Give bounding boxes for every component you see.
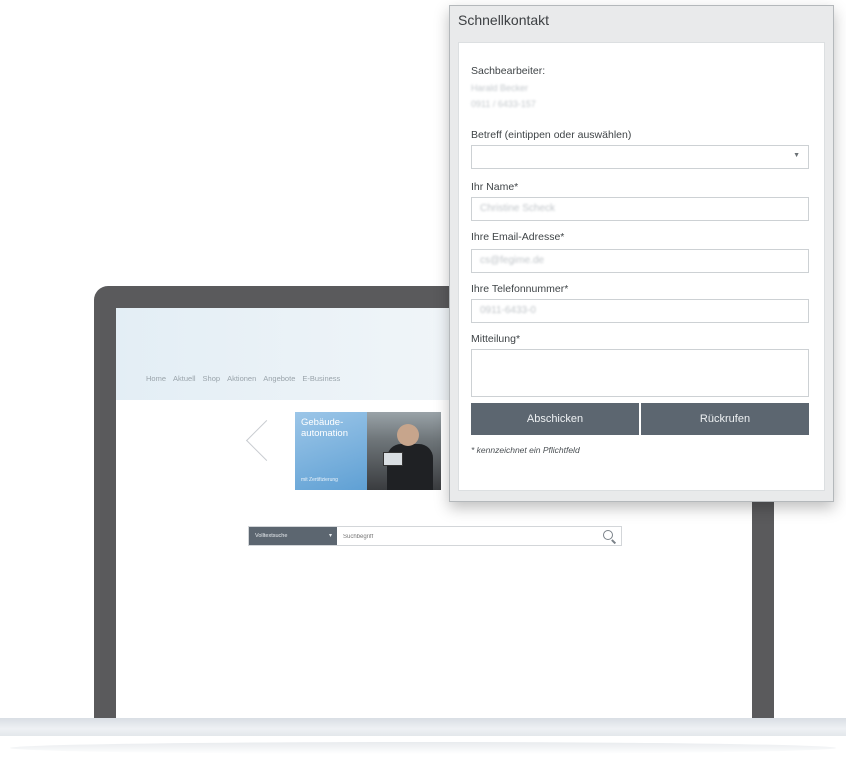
laptop-base bbox=[0, 718, 846, 736]
nav-item-aktuell[interactable]: Aktuell bbox=[173, 374, 196, 383]
callback-button[interactable]: Rückrufen bbox=[641, 403, 809, 435]
submit-button[interactable]: Abschicken bbox=[471, 403, 639, 435]
email-value: cs@fegime.de bbox=[480, 255, 545, 266]
agent-name: Harald Becker bbox=[471, 83, 529, 93]
message-label: Mitteilung* bbox=[471, 333, 521, 345]
name-value: Christine Scheck bbox=[480, 203, 556, 214]
site-search-bar: Volltextsuche ▾ bbox=[248, 526, 622, 546]
agent-phone: 0911 / 6433-157 bbox=[471, 99, 536, 109]
contact-form: Sachbearbeiter: Harald Becker 0911 / 643… bbox=[458, 42, 825, 491]
chevron-down-icon: ▾ bbox=[328, 533, 332, 539]
chevron-left-icon[interactable] bbox=[245, 419, 288, 462]
site-search-input[interactable] bbox=[341, 529, 595, 545]
search-category-label: Volltextsuche bbox=[255, 533, 288, 539]
search-category-select[interactable]: Volltextsuche ▾ bbox=[249, 527, 337, 545]
search-icon[interactable] bbox=[603, 530, 613, 540]
hero-person-head bbox=[397, 424, 419, 446]
hero-photo bbox=[367, 412, 441, 490]
hero-tile[interactable]: Gebäude-automation mit Zertifizierung bbox=[295, 412, 367, 490]
laptop-shadow bbox=[10, 742, 836, 754]
email-label: Ihre Email-Adresse* bbox=[471, 231, 565, 243]
site-nav: Home Aktuell Shop Aktionen Angebote E-Bu… bbox=[146, 374, 340, 383]
subject-select[interactable]: ▼ bbox=[471, 145, 809, 169]
email-field[interactable]: cs@fegime.de bbox=[471, 249, 809, 273]
required-hint: * kennzeichnet ein Pflichtfeld bbox=[471, 445, 580, 455]
phone-value: 0911-6433-0 bbox=[480, 305, 536, 316]
name-field[interactable]: Christine Scheck bbox=[471, 197, 809, 221]
hero-person-body bbox=[387, 444, 433, 490]
name-label: Ihr Name* bbox=[471, 181, 519, 193]
nav-item-home[interactable]: Home bbox=[146, 374, 166, 383]
quick-contact-panel: Schnellkontakt Sachbearbeiter: Harald Be… bbox=[449, 5, 834, 502]
panel-title: Schnellkontakt bbox=[458, 12, 550, 28]
message-textarea[interactable] bbox=[471, 349, 809, 397]
phone-label: Ihre Telefonnummer* bbox=[471, 283, 569, 295]
chevron-down-icon: ▼ bbox=[793, 152, 800, 159]
phone-field[interactable]: 0911-6433-0 bbox=[471, 299, 809, 323]
nav-item-angebote[interactable]: Angebote bbox=[263, 374, 295, 383]
hero-tablet bbox=[383, 452, 403, 466]
hero-tile-small-text: mit Zertifizierung bbox=[301, 477, 338, 484]
nav-item-ebusiness[interactable]: E-Business bbox=[302, 374, 340, 383]
agent-label: Sachbearbeiter: bbox=[471, 65, 546, 77]
nav-item-aktionen[interactable]: Aktionen bbox=[227, 374, 256, 383]
hero-tile-text: Gebäude-automation bbox=[301, 417, 349, 439]
subject-label: Betreff (eintippen oder auswählen) bbox=[471, 129, 632, 141]
nav-item-shop[interactable]: Shop bbox=[203, 374, 221, 383]
